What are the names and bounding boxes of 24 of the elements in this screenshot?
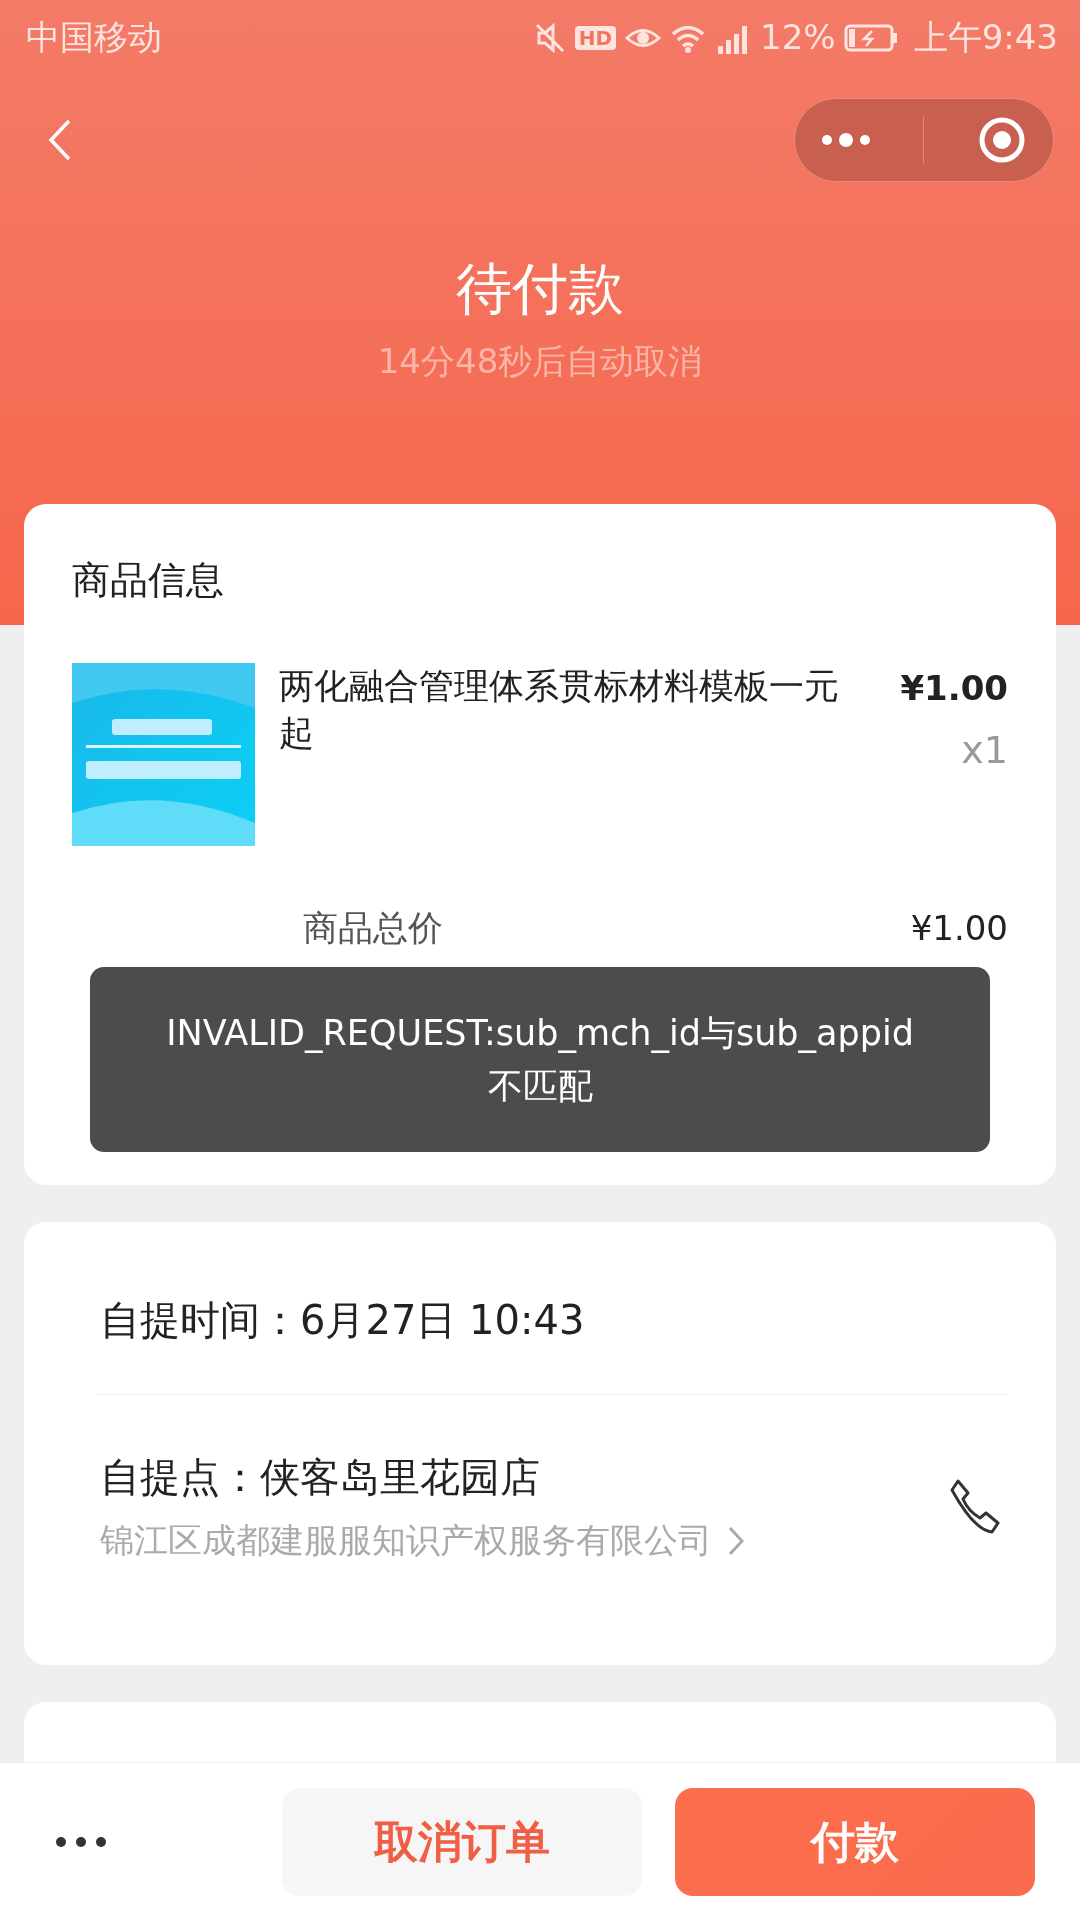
product-price: ¥1.00 xyxy=(900,667,1008,710)
pickup-address[interactable]: 锦江区成都建服服知识产权服务有限公司 xyxy=(100,1515,744,1566)
more-icon[interactable] xyxy=(55,1835,107,1848)
pickup-time: 自提时间：6月27日 10:43 xyxy=(100,1296,586,1345)
product-quantity: x1 xyxy=(961,727,1008,774)
clock-time: 上午9:43 xyxy=(913,16,1058,59)
total-value: ¥1.00 xyxy=(910,906,1008,950)
toast-message: 不匹配 xyxy=(486,1064,594,1108)
total-label: 商品总价 xyxy=(303,907,443,950)
address-text: 锦江区成都建服服知识产权服务有限公司 xyxy=(100,1519,712,1562)
cancel-order-button[interactable]: 取消订单 xyxy=(282,1787,642,1896)
hd-badge: HD xyxy=(574,25,617,50)
chevron-right-icon xyxy=(728,1525,744,1556)
carrier-name: 中国移动 xyxy=(26,16,162,59)
battery-percent: 12% xyxy=(760,16,836,59)
pay-button[interactable]: 付款 xyxy=(675,1787,1035,1896)
page-title: 待付款 xyxy=(455,255,625,323)
countdown-text: 14分48秒后自动取消 xyxy=(376,340,704,384)
pickup-point: 自提点：侠客岛里花园店 xyxy=(100,1453,541,1502)
back-icon[interactable] xyxy=(48,118,72,162)
toast-message: INVALID_REQUEST:sub_mch_id与sub_appid xyxy=(165,1012,915,1055)
battery-icon xyxy=(843,23,898,52)
product-name: 两化融合管理体系贯标材料模板一元起 xyxy=(279,665,839,755)
section-title: 商品信息 xyxy=(72,557,225,604)
